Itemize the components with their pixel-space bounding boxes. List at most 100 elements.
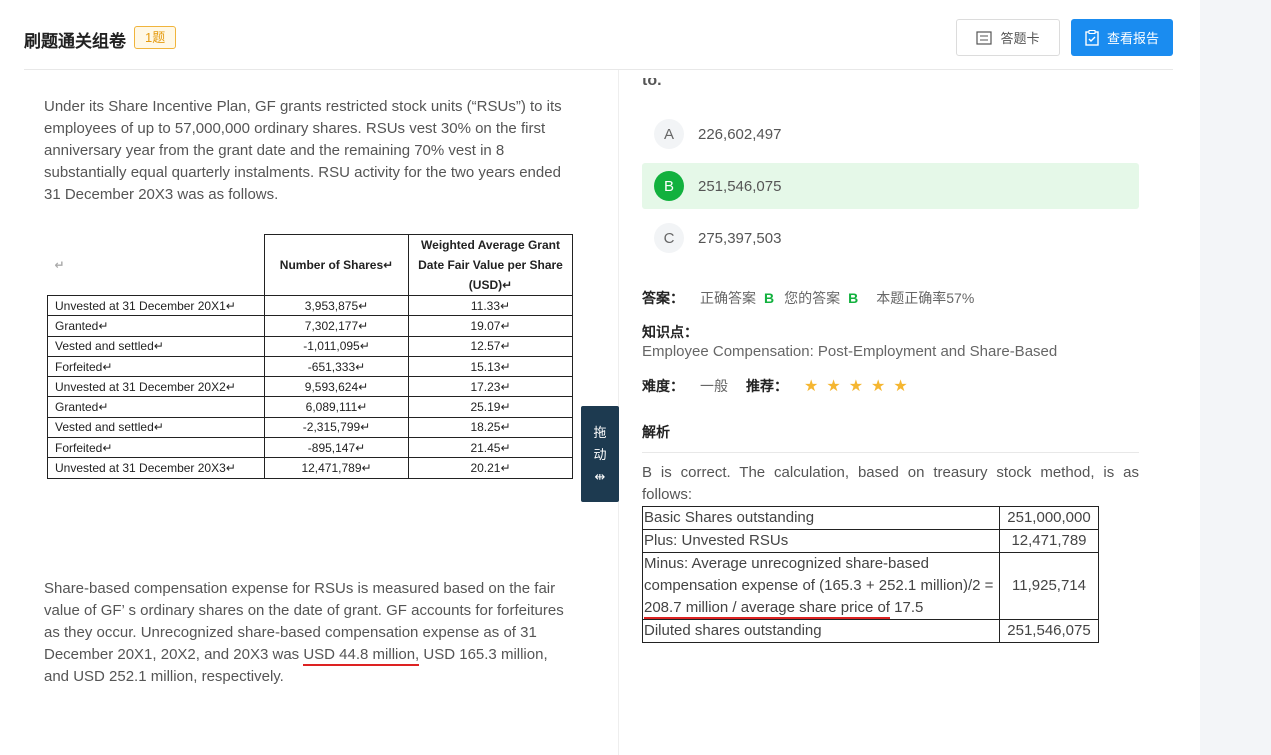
fair-value-cell: 12.57↵ <box>408 335 573 357</box>
shares-cell: 9,593,624↵ <box>264 376 409 398</box>
row-label: Unvested at 31 December 20X3↵ <box>47 457 265 479</box>
option-b[interactable]: B 251,546,075 <box>642 163 1139 209</box>
fair-value-cell: 21.45↵ <box>408 437 573 459</box>
resize-icon: ⇹ <box>594 469 606 484</box>
difficulty-label: 难度： <box>642 378 684 394</box>
answer-card-button[interactable]: 答题卡 <box>956 19 1060 56</box>
shares-cell: 7,302,177↵ <box>264 315 409 337</box>
row-label: Basic Shares outstanding <box>642 506 1000 530</box>
table-row: Basic Shares outstanding 251,000,000 <box>642 506 1099 530</box>
difficulty-row: 难度： 一般 推荐： ★ ★ ★ ★ ★ <box>642 376 916 396</box>
solution-table: Basic Shares outstanding 251,000,000 Plus… <box>642 506 1099 643</box>
fair-value-cell: 11.33↵ <box>408 294 573 317</box>
table-row: Granted↵ 6,089,111↵ 25.19↵ <box>47 396 573 418</box>
analysis-text: B is correct. The calculation, based on … <box>642 464 1139 503</box>
side-gutter <box>1200 0 1271 755</box>
table-row: Plus: Unvested RSUs 12,471,789 <box>642 529 1099 553</box>
row-label: Minus: Average unrecognized share-based … <box>642 552 1000 620</box>
table-row: Vested and settled↵ -1,011,095↵ 12.57↵ <box>47 335 573 357</box>
row-value: 251,000,000 <box>999 506 1099 530</box>
shares-cell: -2,315,799↵ <box>264 416 409 439</box>
recommend-label: 推荐： <box>746 378 788 394</box>
row-label: Granted↵ <box>47 315 265 337</box>
correct-answer-label: 正确答案 <box>700 290 756 306</box>
row-label: Diluted shares outstanding <box>642 619 1000 643</box>
option-c[interactable]: C 275,397,503 <box>642 215 1139 261</box>
view-report-label: 查看报告 <box>1106 31 1159 46</box>
table-row: Diluted shares outstanding 251,546,075 <box>642 619 1099 643</box>
option-text: 251,546,075 <box>698 177 782 195</box>
row-text: Minus: Average unrecognized share-based … <box>644 555 994 594</box>
list-icon <box>976 30 993 45</box>
fair-value-cell: 15.13↵ <box>408 355 573 378</box>
row-value: 12,471,789 <box>999 529 1099 553</box>
table-row: Minus: Average unrecognized share-based … <box>642 552 1099 620</box>
table-row: Vested and settled↵ -2,315,799↵ 18.25↵ <box>47 416 573 439</box>
table-row: Forfeited↵ -651,333↵ 15.13↵ <box>47 355 573 378</box>
your-answer: B <box>848 290 859 306</box>
star-icon: ★ <box>826 378 841 395</box>
table-row: Unvested at 31 December 20X2↵ 9,593,624↵ 1… <box>47 376 573 398</box>
star-icon: ★ <box>893 378 908 395</box>
question-count-badge: 1题 <box>134 26 177 49</box>
star-icon: ★ <box>871 378 886 395</box>
column-header: Number of Shares↵ <box>264 234 409 296</box>
row-label: Unvested at 31 December 20X2↵ <box>47 376 265 398</box>
accuracy-rate: 本题正确率57% <box>876 290 975 306</box>
rating-stars: ★ ★ ★ ★ ★ <box>804 376 916 396</box>
row-label: Forfeited↵ <box>47 355 265 378</box>
answer-row: 答案： 正确答案 B 您的答案 B 本题正确率57% <box>642 288 974 308</box>
answer-card-label: 答题卡 <box>1000 31 1040 46</box>
table-header-row: ↵ Number of Shares↵ Weighted Average Gra… <box>47 234 573 296</box>
shares-cell: 12,471,789↵ <box>264 457 409 479</box>
row-label: Vested and settled↵ <box>47 416 265 439</box>
fair-value-cell: 19.07↵ <box>408 315 573 337</box>
knowledge-label: 知识点： <box>642 324 698 340</box>
row-label: Granted↵ <box>47 396 265 418</box>
fair-value-cell: 20.21↵ <box>408 457 573 479</box>
row-label: Forfeited↵ <box>47 437 265 459</box>
row-value: 11,925,714 <box>999 552 1099 620</box>
fair-value-cell: 18.25↵ <box>408 416 573 439</box>
drag-label: 动 <box>593 447 607 462</box>
row-text: 17.5 <box>889 599 924 616</box>
shares-cell: 3,953,875↵ <box>264 294 409 317</box>
row-label: Unvested at 31 December 20X1↵ <box>47 294 265 317</box>
shares-cell: -1,011,095↵ <box>264 335 409 357</box>
drag-handle[interactable]: 拖 动 ⇹ <box>581 406 619 502</box>
difficulty-value: 一般 <box>700 378 728 394</box>
question-intro: Under its Share Incentive Plan, GF grant… <box>44 98 562 203</box>
shares-cell: 6,089,111↵ <box>264 396 409 418</box>
option-letter: C <box>654 223 684 253</box>
option-text: 275,397,503 <box>698 229 782 247</box>
row-value: 251,546,075 <box>999 619 1099 643</box>
fair-value-cell: 25.19↵ <box>408 396 573 418</box>
header: 刷题通关组卷 1题 答题卡 查看报告 <box>24 0 1173 70</box>
option-text: 226,602,497 <box>698 125 782 143</box>
underlined-text: USD 44.8 million, <box>303 646 420 666</box>
shares-cell: -651,333↵ <box>264 355 409 378</box>
star-icon: ★ <box>848 378 864 395</box>
table-row: Unvested at 31 December 20X3↵ 12,471,789↵… <box>47 457 573 479</box>
question-stem-tail: to. <box>642 78 662 89</box>
table-corner: ↵ <box>47 234 265 296</box>
table-row: Unvested at 31 December 20X1↵ 3,953,875↵ 1… <box>47 294 573 317</box>
analysis-title: 解析 <box>642 422 1139 453</box>
view-report-button[interactable]: 查看报告 <box>1071 19 1173 56</box>
option-letter: A <box>654 119 684 149</box>
option-a[interactable]: A 226,602,497 <box>642 111 1139 157</box>
question-paragraph-2: Share-based compensation expense for RSU… <box>44 578 574 688</box>
your-answer-label: 您的答案 <box>784 290 841 306</box>
knowledge-value: Employee Compensation: Post-Employment a… <box>642 343 1058 360</box>
clipboard-icon <box>1085 29 1099 46</box>
row-label: Plus: Unvested RSUs <box>642 529 1000 553</box>
fair-value-cell: 17.23↵ <box>408 376 573 398</box>
rsu-activity-table: ↵ Number of Shares↵ Weighted Average Gra… <box>47 234 573 479</box>
answer-label: 答案： <box>642 290 684 306</box>
column-header: Weighted Average Grant Date Fair Value p… <box>408 234 573 296</box>
correct-answer: B <box>764 290 775 306</box>
shares-cell: -895,147↵ <box>264 437 409 459</box>
table-row: Granted↵ 7,302,177↵ 19.07↵ <box>47 315 573 337</box>
table-row: Forfeited↵ -895,147↵ 21.45↵ <box>47 437 573 459</box>
star-icon: ★ <box>804 378 819 395</box>
